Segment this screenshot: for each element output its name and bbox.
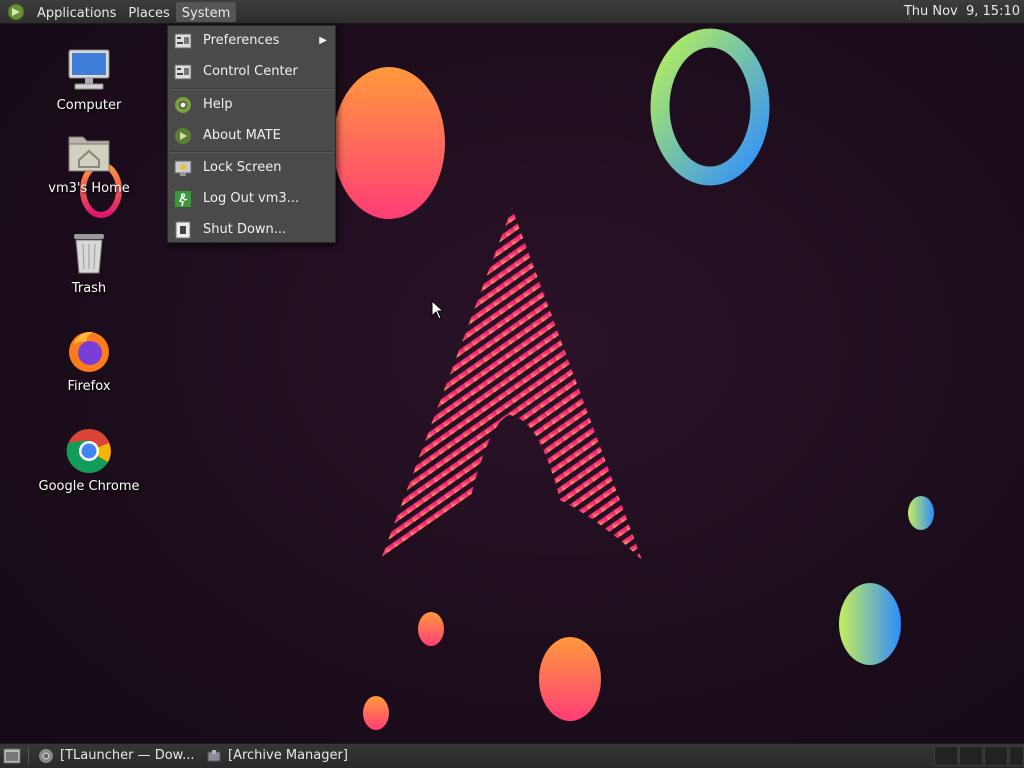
trash-icon (74, 234, 104, 274)
computer-icon (68, 49, 110, 90)
mate-icon (175, 128, 191, 144)
menu-item-label: Log Out vm3... (203, 191, 300, 206)
taskbar-item-tlauncher[interactable]: [TLauncher — Dow... (34, 744, 199, 768)
places-menu[interactable]: Places (122, 2, 175, 22)
firefox-icon (69, 331, 109, 372)
desktop-icon-label: vm3's Home (48, 181, 130, 196)
menu-item-label: Control Center (203, 64, 298, 79)
wallpaper-orange-circle (333, 67, 445, 219)
chrome-icon (66, 429, 111, 473)
wallpaper (80, 28, 934, 730)
menu-item-log-out[interactable]: Log Out vm3... (168, 184, 335, 214)
submenu-arrow-icon: ▶ (319, 35, 327, 46)
system-menu-button[interactable]: System (175, 1, 237, 22)
desktop-icon-firefox[interactable]: Firefox (34, 327, 144, 394)
desktop-icon-label: Firefox (67, 379, 111, 394)
control-center-icon (174, 64, 192, 80)
taskbar-item-label: [TLauncher — Dow... (60, 748, 195, 763)
mouse-cursor-icon (431, 300, 443, 320)
home-folder-icon (68, 136, 110, 172)
menu-item-help[interactable]: Help (168, 90, 335, 120)
lock-screen-icon (174, 160, 192, 176)
applications-menu[interactable]: Applications (31, 2, 122, 22)
workspace-2[interactable] (959, 746, 983, 766)
chrome-icon (39, 749, 53, 763)
menu-item-label: Shut Down... (203, 222, 287, 237)
taskbar-item-archive-manager[interactable]: [Archive Manager] (202, 744, 372, 768)
taskbar-item-label: [Archive Manager] (228, 748, 348, 763)
wallpaper-ring (650, 28, 770, 186)
menu-item-shut-down[interactable]: Shut Down... (168, 215, 335, 245)
menu-item-label: Help (203, 97, 233, 112)
preferences-icon (174, 33, 192, 49)
menu-item-about-mate[interactable]: About MATE (168, 121, 335, 151)
desktop-icon-label: Trash (71, 281, 107, 296)
desktop: { "top_panel": { "menus": ["Applications… (0, 0, 1024, 768)
clock[interactable]: Thu Nov 9, 15:10 (904, 0, 1020, 24)
panel-separator (28, 747, 29, 765)
menu-item-label: About MATE (203, 128, 281, 143)
mate-logo-icon[interactable] (7, 3, 25, 21)
menu-item-control-center[interactable]: Control Center (168, 57, 335, 87)
bottom-panel: [TLauncher — Dow... [Archive Manager] (0, 743, 1024, 768)
desktop-icon-computer[interactable]: Computer (34, 46, 144, 113)
top-panel: Applications Places System Thu Nov 9, 15… (0, 0, 1024, 24)
shutdown-icon (175, 221, 191, 239)
menu-item-preferences[interactable]: Preferences ▶ (168, 26, 335, 56)
desktop-icon-home[interactable]: vm3's Home (34, 129, 144, 196)
logout-icon (175, 191, 191, 207)
workspace-4[interactable] (1009, 746, 1024, 766)
arch-logo (380, 208, 642, 562)
workspace-1[interactable] (934, 746, 958, 766)
desktop-icon-chrome[interactable]: Google Chrome (34, 427, 144, 494)
show-desktop-icon[interactable] (3, 748, 21, 764)
menu-item-label: Lock Screen (203, 160, 282, 175)
workspace-3[interactable] (984, 746, 1008, 766)
desktop-icon-label: Computer (56, 98, 122, 113)
desktop-icon-label: Google Chrome (38, 479, 140, 494)
menu-item-lock-screen[interactable]: Lock Screen (168, 153, 335, 183)
desktop-icon-trash[interactable]: Trash (34, 229, 144, 296)
menu-item-label: Preferences (203, 33, 280, 48)
system-menu: Preferences ▶ Control Center Help About … (167, 25, 336, 243)
archive-manager-icon (207, 750, 221, 762)
help-icon (175, 97, 191, 113)
